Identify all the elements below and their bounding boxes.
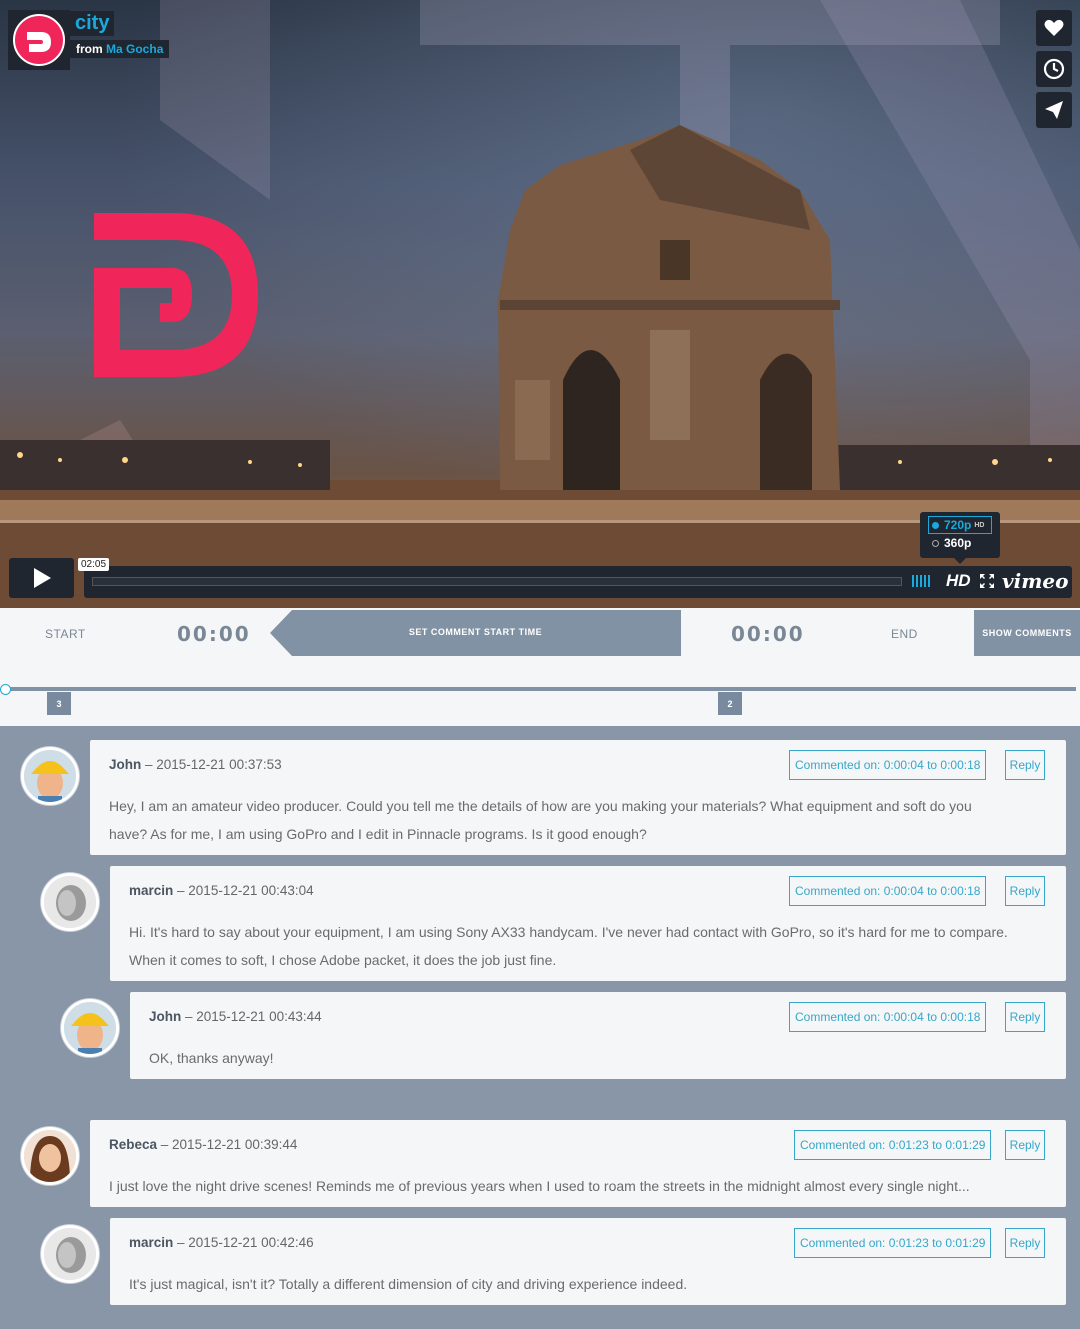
comment-author[interactable]: John — [149, 1009, 181, 1024]
vimeo-logo[interactable]: vimeo — [1002, 569, 1068, 593]
comment-body: Hi. It's hard to say about your equipmen… — [129, 918, 1008, 974]
avatar[interactable] — [41, 873, 99, 931]
comment-date: – 2015-12-21 00:37:53 — [141, 757, 282, 772]
play-button[interactable] — [9, 558, 74, 598]
video-title[interactable]: city — [70, 11, 115, 36]
watch-later-button[interactable] — [1036, 51, 1072, 87]
comment-line: have? As for me, I am using GoPro and I … — [109, 826, 647, 842]
grey-avatar-icon — [44, 1228, 96, 1280]
comment-range-button[interactable]: Commented on: 0:00:04 to 0:00:18 — [789, 876, 987, 906]
show-comments-button[interactable]: SHOW COMMENTS — [974, 610, 1080, 656]
comment-line: Hi. It's hard to say about your equipmen… — [129, 924, 1008, 940]
reply-button[interactable]: Reply — [1005, 876, 1045, 906]
channel-logo[interactable] — [8, 10, 70, 70]
comment-meta: John – 2015-12-21 00:43:44 — [149, 1009, 322, 1024]
comment-date: – 2015-12-21 00:43:04 — [173, 883, 314, 898]
author-link[interactable]: Ma Gocha — [106, 42, 163, 56]
comment-author[interactable]: marcin — [129, 883, 173, 898]
fullscreen-icon — [980, 574, 994, 588]
quality-label: 360p — [944, 536, 972, 550]
volume-control[interactable] — [912, 575, 930, 587]
quality-option-360p[interactable]: 360p — [928, 534, 992, 552]
comment-card: John – 2015-12-21 00:43:44 Commented on:… — [130, 992, 1066, 1079]
comment-line: Hey, I am an amateur video producer. Cou… — [109, 798, 972, 814]
paper-plane-icon — [1045, 101, 1063, 119]
comment-line: I just love the night drive scenes! Remi… — [109, 1178, 970, 1194]
comment-line: It's just magical, isn't it? Totally a d… — [129, 1276, 688, 1292]
video-player[interactable]: city from Ma Gocha 720p HD 360p HD vimeo… — [0, 0, 1080, 608]
set-comment-start-label: SET COMMENT START TIME — [408, 627, 543, 637]
avatar[interactable] — [21, 747, 79, 805]
comment-card: marcin – 2015-12-21 00:43:04 Commented o… — [110, 866, 1066, 981]
comment-line: When it comes to soft, I chose Adobe pac… — [129, 952, 557, 968]
comment-range-button[interactable]: Commented on: 0:01:23 to 0:01:29 — [794, 1130, 992, 1160]
video-frame — [0, 0, 1080, 608]
comment-range-button[interactable]: Commented on: 0:00:04 to 0:00:18 — [789, 1002, 987, 1032]
like-button[interactable] — [1036, 10, 1072, 46]
comment-body: I just love the night drive scenes! Remi… — [109, 1172, 970, 1200]
end-label: END — [891, 627, 918, 641]
progress-bar[interactable] — [92, 577, 902, 586]
brand-logo-icon — [13, 14, 65, 66]
fullscreen-button[interactable] — [980, 574, 994, 593]
avatar[interactable] — [41, 1225, 99, 1283]
video-byline: from Ma Gocha — [70, 40, 170, 58]
comment-body: OK, thanks anyway! — [149, 1044, 274, 1072]
comment-body: It's just magical, isn't it? Totally a d… — [129, 1270, 687, 1298]
comment-card: marcin – 2015-12-21 00:42:46 Commented o… — [110, 1218, 1066, 1305]
comment-author[interactable]: Rebeca — [109, 1137, 157, 1152]
woman-avatar-icon — [24, 1130, 76, 1182]
play-icon — [33, 568, 51, 588]
comment-author[interactable]: marcin — [129, 1235, 173, 1250]
reply-button[interactable]: Reply — [1005, 1002, 1045, 1032]
radio-empty-icon — [932, 539, 939, 547]
comment-card: Rebeca – 2015-12-21 00:39:44 Commented o… — [90, 1120, 1066, 1207]
comment-line: OK, thanks anyway! — [149, 1050, 274, 1066]
comment-date: – 2015-12-21 00:42:46 — [173, 1235, 314, 1250]
comment-body: Hey, I am an amateur video producer. Cou… — [109, 792, 972, 848]
comment-marker[interactable]: 2 — [718, 692, 742, 715]
end-time: 00:00 — [731, 622, 805, 646]
control-bar: HD vimeo — [84, 566, 1072, 598]
comment-meta: Rebeca – 2015-12-21 00:39:44 — [109, 1137, 297, 1152]
start-time: 00:00 — [177, 622, 251, 646]
hd-tag: HD — [974, 521, 985, 529]
set-comment-start-button[interactable]: SET COMMENT START TIME — [270, 610, 681, 656]
comment-date: – 2015-12-21 00:43:44 — [181, 1009, 322, 1024]
elapsed-time: 02:05 — [78, 558, 110, 571]
reply-button[interactable]: Reply — [1005, 1130, 1045, 1160]
grey-avatar-icon — [44, 876, 96, 928]
avatar[interactable] — [21, 1127, 79, 1185]
start-label: START — [45, 627, 86, 641]
hd-toggle[interactable]: HD — [946, 571, 971, 591]
comment-meta: marcin – 2015-12-21 00:43:04 — [129, 883, 314, 898]
worker-avatar-icon — [64, 1002, 116, 1054]
timeline-track[interactable] — [4, 687, 1076, 691]
worker-avatar-icon — [24, 750, 76, 802]
quality-label: 720p — [944, 518, 972, 532]
comment-range-button[interactable]: Commented on: 0:01:23 to 0:01:29 — [794, 1228, 992, 1258]
comment-timeline: START 00:00 SET COMMENT START TIME 00:00… — [0, 608, 1080, 726]
reply-button[interactable]: Reply — [1005, 1228, 1045, 1258]
clock-icon — [1043, 58, 1065, 80]
comment-meta: marcin – 2015-12-21 00:42:46 — [129, 1235, 314, 1250]
radio-selected-icon — [932, 521, 939, 529]
heart-icon — [1044, 19, 1064, 36]
comment-meta: John – 2015-12-21 00:37:53 — [109, 757, 282, 772]
video-title-text[interactable]: city — [75, 12, 109, 34]
quality-menu[interactable]: 720p HD 360p — [920, 512, 1000, 564]
comment-card: John – 2015-12-21 00:37:53 Commented on:… — [90, 740, 1066, 855]
timeline-handle[interactable] — [0, 684, 11, 695]
comment-range-button[interactable]: Commented on: 0:00:04 to 0:00:18 — [789, 750, 987, 780]
reply-button[interactable]: Reply — [1005, 750, 1045, 780]
comment-marker[interactable]: 3 — [47, 692, 71, 715]
comment-author[interactable]: John — [109, 757, 141, 772]
share-button[interactable] — [1036, 92, 1072, 128]
quality-option-720p[interactable]: 720p HD — [928, 516, 992, 534]
avatar[interactable] — [61, 999, 119, 1057]
comment-date: – 2015-12-21 00:39:44 — [157, 1137, 298, 1152]
from-label: from — [76, 42, 103, 56]
